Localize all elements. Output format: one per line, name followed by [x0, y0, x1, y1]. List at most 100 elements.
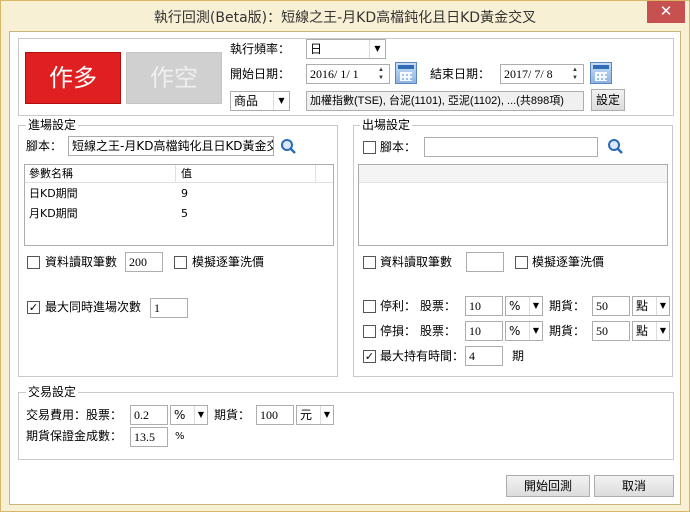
stop-loss-label: 停損：	[380, 324, 417, 338]
product-type-value: 商品	[234, 94, 259, 108]
exit-read-bars-checkbox[interactable]	[363, 256, 376, 269]
start-date-field[interactable]: 2016/ 1/ 1 ▲ ▼	[306, 64, 390, 84]
unit-value: %	[509, 324, 521, 338]
column-header-name: 參數名稱	[29, 167, 73, 180]
chevron-down-icon: ▼	[656, 322, 669, 340]
short-button[interactable]: 作空	[126, 52, 222, 104]
max-hold-checkbox[interactable]: ✓	[363, 350, 376, 363]
exit-script-checkbox[interactable]	[363, 141, 376, 154]
stop-profit-stock-label: 股票：	[420, 299, 457, 313]
close-button[interactable]: ✕	[647, 1, 685, 23]
entry-read-bars-field[interactable]: 200	[125, 252, 163, 272]
stop-loss-futures-label: 期貨：	[549, 324, 586, 338]
entry-read-bars-checkbox[interactable]	[27, 256, 40, 269]
chevron-down-icon: ▼	[529, 322, 542, 340]
backtest-dialog: 執行回測(Beta版)：短線之王-月KD高檔鈍化且日KD黃金交叉 ✕ 作多 作空…	[0, 0, 690, 512]
fee-stock-unit[interactable]: % ▼	[170, 405, 208, 425]
chevron-down-icon: ▼	[320, 406, 333, 424]
stop-profit-futures-field[interactable]: 50	[592, 296, 630, 316]
spin-icon[interactable]: ▲ ▼	[568, 66, 582, 82]
calendar-icon[interactable]	[395, 62, 417, 84]
window-title: 執行回測(Beta版)：短線之王-月KD高檔鈍化且日KD黃金交叉	[153, 10, 537, 26]
column-divider	[175, 165, 176, 183]
exit-simulate-label: 模擬逐筆洗價	[532, 255, 605, 269]
end-date-label: 結束日期：	[430, 67, 491, 81]
exit-settings-legend: 出場設定	[360, 118, 413, 132]
start-date-value: 2016/ 1/ 1	[310, 67, 359, 81]
margin-unit: %	[175, 431, 185, 442]
chevron-down-icon: ▼	[656, 297, 669, 315]
max-hold-label: 最大持有時間：	[380, 349, 465, 363]
settings-button[interactable]: 設定	[591, 89, 625, 111]
entry-settings-legend: 進場設定	[26, 118, 79, 132]
column-header-value: 值	[181, 167, 192, 180]
chevron-down-icon: ▼	[369, 40, 385, 58]
exit-script-field[interactable]	[424, 137, 598, 157]
trade-settings-legend: 交易設定	[26, 385, 79, 399]
unit-value: 元	[300, 408, 313, 422]
entry-read-bars-label: 資料讀取筆數	[45, 255, 118, 269]
fee-futures-field[interactable]: 100	[256, 405, 294, 425]
spin-icon[interactable]: ▲ ▼	[374, 66, 388, 82]
cancel-button[interactable]: 取消	[594, 475, 674, 497]
fee-futures-label: 期貨：	[214, 408, 251, 422]
stop-loss-futures-unit[interactable]: 點 ▼	[632, 321, 670, 341]
margin-label: 期貨保證金成數：	[26, 429, 123, 443]
entry-script-field[interactable]: 短線之王-月KD高檔鈍化且日KD黃金交	[68, 136, 274, 156]
margin-field[interactable]: 13.5	[130, 427, 168, 447]
stop-profit-stock-unit[interactable]: % ▼	[505, 296, 543, 316]
chevron-down-icon: ▼	[273, 92, 289, 110]
max-hold-unit: 期	[512, 349, 525, 363]
stop-loss-stock-field[interactable]: 10	[465, 321, 503, 341]
frequency-label: 執行頻率：	[230, 42, 291, 56]
frequency-select[interactable]: 日 ▼	[306, 39, 386, 59]
exit-simulate-checkbox[interactable]	[515, 256, 528, 269]
product-type-select[interactable]: 商品 ▼	[230, 91, 290, 111]
calendar-icon[interactable]	[590, 62, 612, 84]
exit-read-bars-field[interactable]	[466, 252, 504, 272]
long-button-label: 作多	[49, 64, 97, 92]
table-header	[359, 165, 667, 183]
param-value[interactable]: 5	[181, 205, 188, 223]
table-header: 參數名稱 值	[25, 165, 333, 183]
param-name: 月KD期間	[29, 207, 78, 220]
max-hold-field[interactable]: 4	[465, 346, 503, 366]
products-field: 加權指數(TSE), 台泥(1101), 亞泥(1102), ...(共898項…	[306, 91, 584, 111]
stop-profit-checkbox[interactable]	[363, 300, 376, 313]
entry-simulate-checkbox[interactable]	[174, 256, 187, 269]
start-backtest-button[interactable]: 開始回測	[506, 475, 590, 497]
stop-profit-label: 停利：	[380, 299, 417, 313]
unit-value: 點	[636, 324, 649, 338]
stop-loss-futures-field[interactable]: 50	[592, 321, 630, 341]
end-date-value: 2017/ 7/ 8	[504, 67, 553, 81]
entry-max-entries-checkbox[interactable]: ✓	[27, 301, 40, 314]
fee-stock-field[interactable]: 0.2	[130, 405, 168, 425]
stop-profit-stock-field[interactable]: 10	[465, 296, 503, 316]
stop-profit-futures-unit[interactable]: 點 ▼	[632, 296, 670, 316]
entry-script-label: 腳本：	[26, 139, 63, 153]
search-icon[interactable]	[607, 138, 625, 156]
entry-simulate-label: 模擬逐筆洗價	[192, 255, 265, 269]
entry-max-entries-field[interactable]: 1	[150, 298, 188, 318]
dialog-body: 作多 作空 執行頻率： 日 ▼ 開始日期： 2016/ 1/ 1 ▲ ▼ 結束日期…	[9, 31, 681, 505]
column-divider	[315, 165, 316, 183]
start-date-label: 開始日期：	[230, 67, 291, 81]
short-button-label: 作空	[150, 64, 198, 92]
entry-max-entries-label: 最大同時進場次數	[45, 300, 142, 314]
stop-loss-stock-label: 股票：	[420, 324, 457, 338]
long-button[interactable]: 作多	[25, 52, 121, 104]
stop-loss-stock-unit[interactable]: % ▼	[505, 321, 543, 341]
entry-settings-group	[18, 125, 338, 377]
title-bar[interactable]: 執行回測(Beta版)：短線之王-月KD高檔鈍化且日KD黃金交叉 ✕	[1, 1, 689, 31]
frequency-value: 日	[310, 42, 323, 56]
exit-script-label: 腳本：	[380, 140, 417, 154]
chevron-down-icon: ▼	[529, 297, 542, 315]
fee-futures-unit[interactable]: 元 ▼	[296, 405, 334, 425]
stop-profit-futures-label: 期貨：	[549, 299, 586, 313]
param-value[interactable]: 9	[181, 185, 188, 203]
end-date-field[interactable]: 2017/ 7/ 8 ▲ ▼	[500, 64, 584, 84]
stop-loss-checkbox[interactable]	[363, 325, 376, 338]
unit-value: 點	[636, 299, 649, 313]
search-icon[interactable]	[280, 138, 298, 156]
exit-parameter-table	[358, 164, 668, 246]
